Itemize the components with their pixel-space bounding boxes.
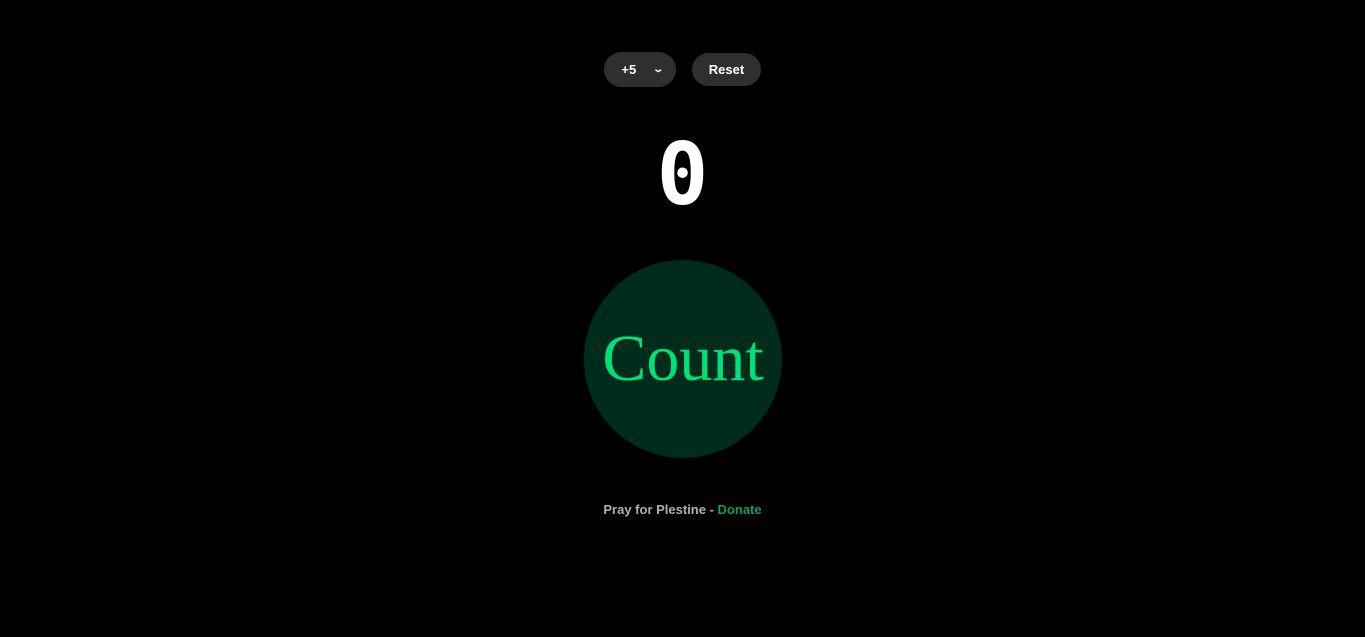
footer-separator: -: [705, 502, 718, 517]
footer-text: Pray for Plestine: [603, 502, 706, 517]
footer: Pray for Plestine - Donate: [0, 502, 1365, 517]
donate-link[interactable]: Donate: [718, 502, 762, 517]
reset-button[interactable]: Reset: [692, 53, 761, 86]
chevron-down-icon: ⌄: [652, 64, 665, 75]
step-select-value: +5: [621, 62, 637, 77]
controls: +5 ⌄ Reset: [0, 52, 1365, 87]
count-button-label: Count: [602, 322, 764, 395]
step-select[interactable]: +5 ⌄: [604, 52, 676, 87]
count-button[interactable]: Count: [584, 260, 782, 458]
counter-display: 0: [656, 125, 709, 225]
